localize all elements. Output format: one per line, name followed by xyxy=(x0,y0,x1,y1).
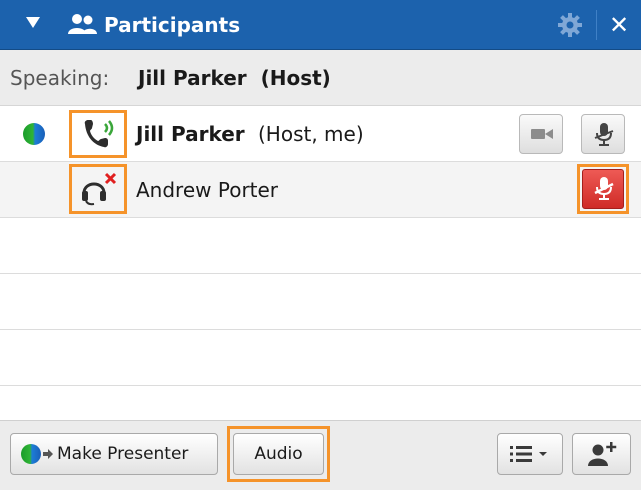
empty-row xyxy=(0,330,641,386)
empty-row xyxy=(0,218,641,274)
collapse-arrow-icon[interactable] xyxy=(26,17,40,28)
speaking-name: Jill Parker (Host) xyxy=(138,66,331,90)
audio-label: Audio xyxy=(254,444,303,464)
mute-button-active[interactable] xyxy=(582,169,624,209)
panel-title: Participants xyxy=(104,13,241,37)
close-icon[interactable]: ✕ xyxy=(605,10,633,40)
invite-button[interactable] xyxy=(572,433,631,475)
phone-speaking-icon[interactable] xyxy=(80,118,116,150)
participants-panel: Participants ✕ Speaking: Jill Parker (Ho… xyxy=(0,0,641,490)
panel-titlebar: Participants ✕ xyxy=(0,0,641,50)
speaking-indicator: Speaking: Jill Parker (Host) xyxy=(0,50,641,106)
empty-row xyxy=(0,274,641,330)
video-button[interactable] xyxy=(519,114,563,154)
list-menu-icon xyxy=(510,446,547,462)
microphone-muted-red-icon xyxy=(594,177,614,200)
titlebar-divider xyxy=(596,10,597,40)
participants-icon xyxy=(68,14,97,34)
list-options-button[interactable] xyxy=(497,433,563,475)
empty-row xyxy=(0,386,641,420)
video-camera-icon xyxy=(531,129,553,139)
participant-name: Andrew Porter xyxy=(136,178,279,202)
make-presenter-button[interactable]: Make Presenter xyxy=(10,433,218,475)
participant-row[interactable]: Andrew Porter xyxy=(0,162,641,218)
globe-icon xyxy=(23,123,45,145)
globe-icon xyxy=(21,444,41,464)
speaking-label: Speaking: xyxy=(10,66,110,90)
arrow-right-icon xyxy=(43,449,53,459)
audio-button[interactable]: Audio xyxy=(233,433,324,475)
participant-role: (Host, me) xyxy=(258,122,364,146)
mute-button[interactable] xyxy=(581,114,625,154)
make-presenter-label: Make Presenter xyxy=(57,444,189,464)
participant-row[interactable]: Jill Parker (Host, me) xyxy=(0,106,641,162)
participant-name: Jill Parker xyxy=(136,122,245,146)
microphone-muted-icon xyxy=(594,123,614,146)
add-user-icon xyxy=(588,442,617,466)
headset-disconnected-icon[interactable] xyxy=(78,171,118,207)
participant-list: Jill Parker (Host, me) Andrew Porter xyxy=(0,106,641,420)
panel-footer: Make Presenter Audio xyxy=(0,420,641,490)
gear-icon[interactable] xyxy=(556,11,584,39)
